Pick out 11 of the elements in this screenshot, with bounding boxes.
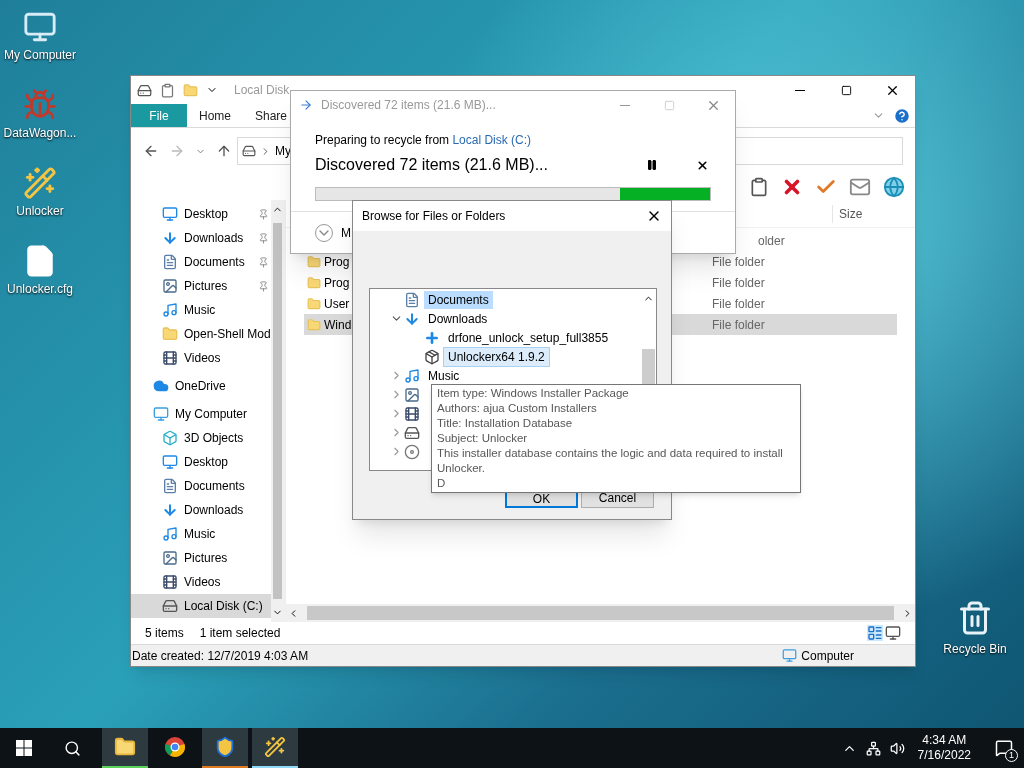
dialog-title: Discovered 72 items (21.6 MB)... — [321, 97, 496, 114]
progress-heading: Discovered 72 items (21.6 MB)... — [315, 155, 548, 175]
item-count: 5 items — [145, 625, 184, 642]
source-text: Preparing to recycle from Local Disk (C:) — [315, 132, 533, 149]
details-text: Date created: 12/7/2019 4:03 AM — [132, 647, 309, 665]
tooltip: Item type: Windows Installer Package Authors: ajua Custom Installers Title: Installation Database Subject: Unlocker This installer database contains the logic and data required to install Unlocker. D — [431, 384, 801, 493]
dialog-title: Browse for Files or Folders — [362, 208, 506, 225]
selection-count: 1 item selected — [199, 625, 281, 642]
location-text: Computer — [801, 647, 854, 665]
notification-badge: 1 — [1005, 749, 1018, 762]
window-title: Local Disk — [234, 82, 290, 99]
